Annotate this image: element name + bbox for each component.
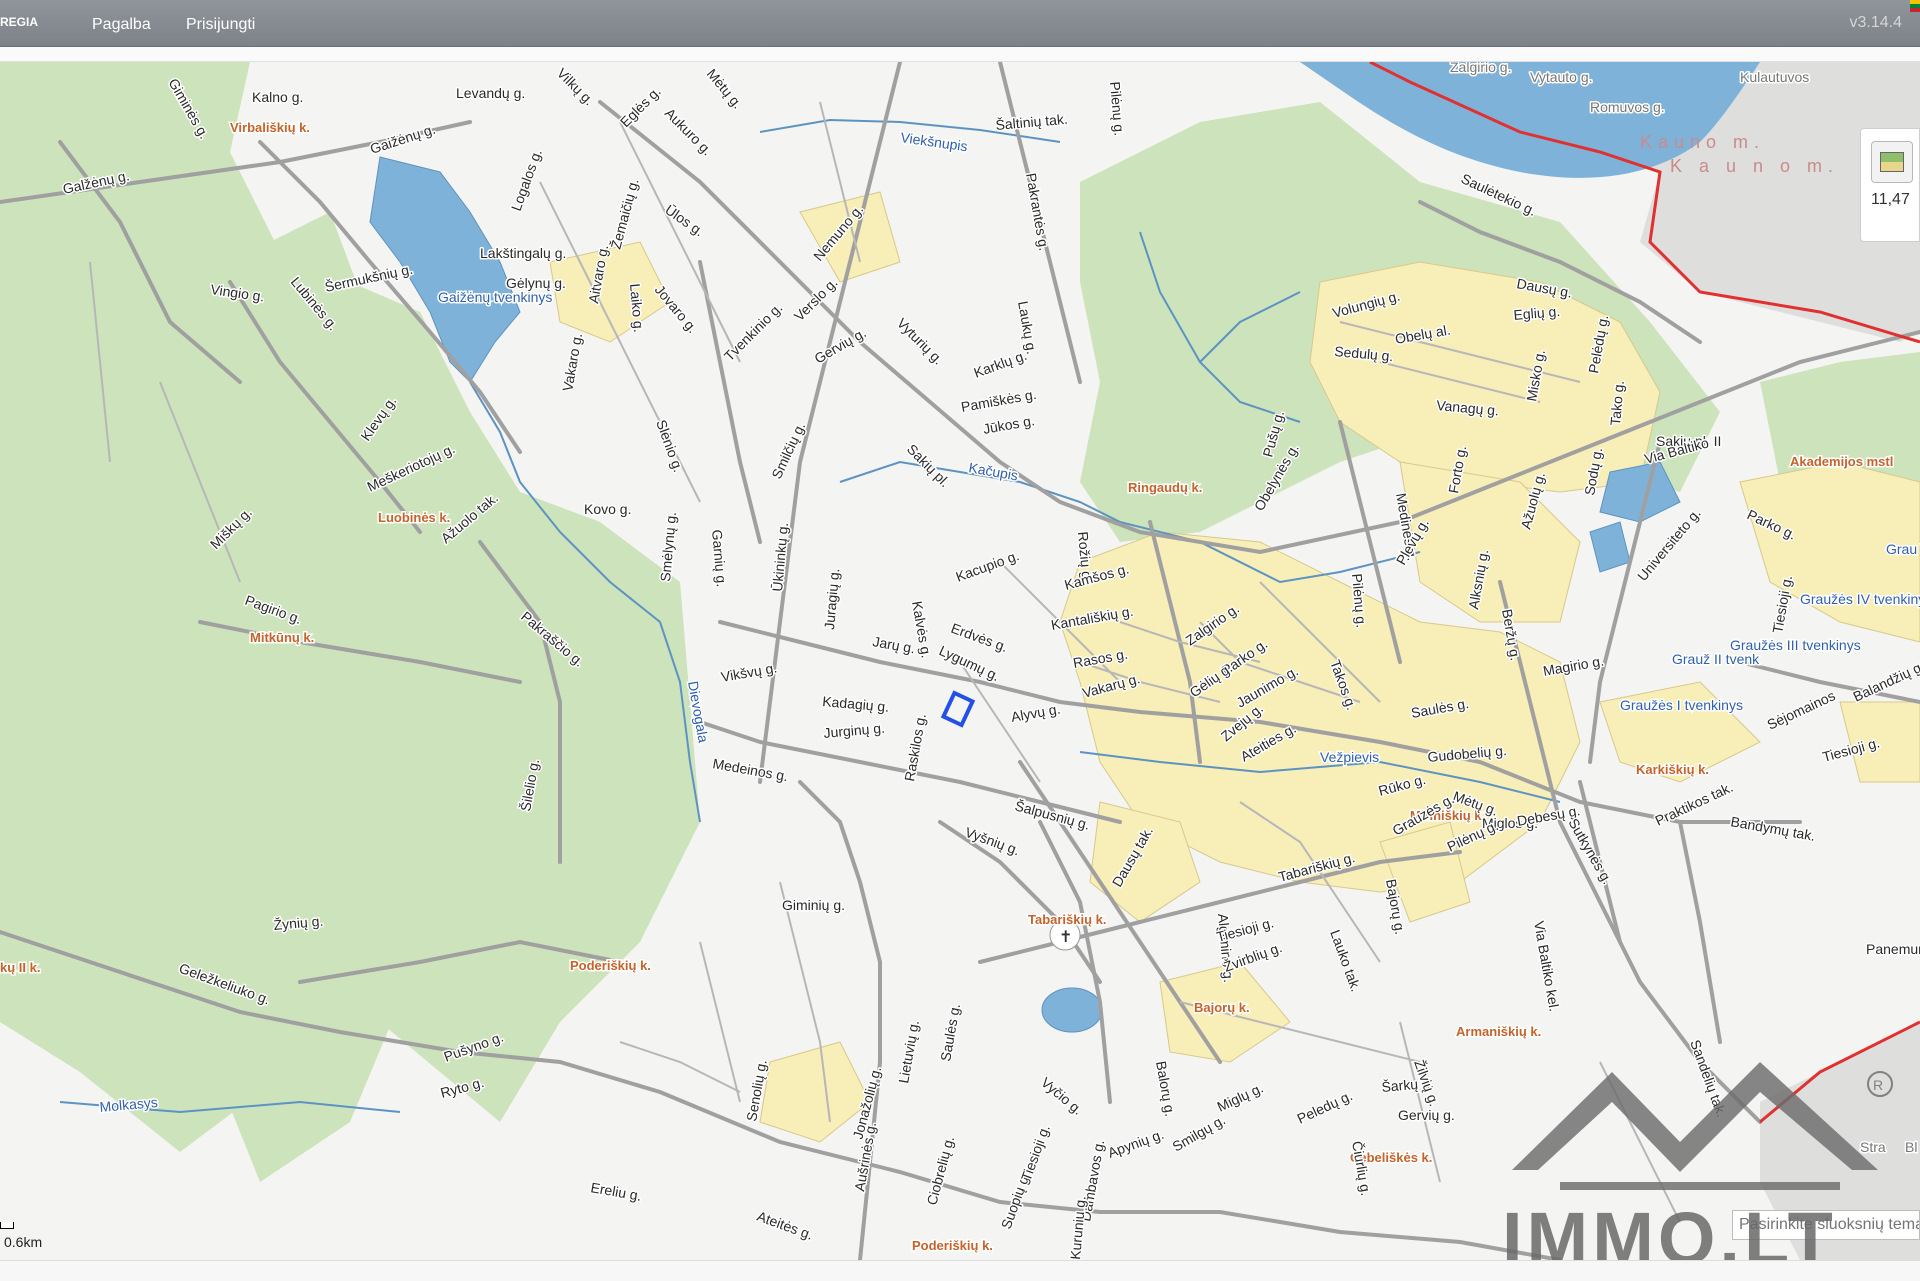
svg-text:R: R — [1873, 1077, 1883, 1093]
street-label: Gėlynų g. — [506, 275, 566, 291]
street-label: Kalno g. — [252, 89, 303, 105]
nav-login-link[interactable]: Prisijungti — [186, 16, 255, 34]
street-label: Panemunės g. — [1866, 941, 1920, 957]
city-label-small: Kauno m. — [1640, 132, 1765, 152]
street-label: Kovo g. — [584, 501, 631, 517]
cross-icon: ✝ — [1059, 929, 1072, 946]
street-label: Levandų g. — [456, 85, 525, 101]
water-label: Graužės III tvenkinys — [1730, 637, 1861, 653]
village-label: Ringaudų k. — [1128, 480, 1202, 495]
app-brand: REGIA — [0, 15, 39, 29]
layer-widget-value: 11,47 — [1871, 191, 1910, 208]
city-street-label: Romuvos g. — [1590, 99, 1665, 115]
street-label: Giminių g. — [782, 897, 845, 913]
city-street-label: Stra — [1860, 1139, 1886, 1155]
street-label: Lakštingalų g. — [480, 245, 566, 261]
village-label: Armaniškių k. — [1456, 1024, 1541, 1039]
map-viewport[interactable]: ✝ K a u n o m. Kauno m. Vytauto g. Romuv… — [0, 62, 1920, 1260]
water-label: Grauž II tvenk — [1672, 651, 1760, 667]
city-street-label: Vytauto g. — [1530, 69, 1593, 85]
layer-switch-button[interactable] — [1871, 141, 1913, 183]
village-label: Virbališkių k. — [230, 120, 310, 135]
bottom-bar — [0, 1260, 1920, 1281]
nav-help-link[interactable]: Pagalba — [92, 16, 151, 34]
toolbar-strip — [0, 47, 1920, 62]
village-label: Bajorų k. — [1194, 1000, 1250, 1015]
city-street-label: Žalgirio g. — [1450, 62, 1511, 75]
map-layer-icon — [1880, 152, 1904, 172]
city-street-label: Kulautuvos — [1740, 69, 1809, 85]
water-label: Gaižėnų tvenkinys — [438, 289, 552, 305]
village-label: Tabariškių k. — [1028, 912, 1107, 927]
village-label: Poderiškių k. — [570, 958, 651, 973]
scale-label: 0.6km — [4, 1234, 43, 1250]
village-label: Akademijos mstl — [1790, 454, 1893, 469]
water-label: Graužės IV tvenkinys — [1800, 591, 1920, 607]
village-label: Luobinės k. — [378, 510, 450, 525]
city-label: K a u n o m. — [1670, 156, 1839, 176]
village-label: Karkiškių k. — [1636, 762, 1709, 777]
street-label: Gervių g. — [1398, 1107, 1455, 1123]
app-version: v3.14.4 — [1849, 14, 1902, 31]
language-flag-icon[interactable] — [1910, 0, 1920, 12]
map-canvas[interactable]: ✝ K a u n o m. Kauno m. Vytauto g. Romuv… — [0, 62, 1920, 1260]
village-label: Mitkūnų k. — [250, 630, 314, 645]
water-label: Grau V tvenk — [1886, 541, 1920, 557]
top-bar: REGIA Pagalba Prisijungti v3.14.4 — [0, 0, 1920, 47]
village-label: Poderiškių k. — [912, 1238, 993, 1253]
village-label: kų II k. — [0, 960, 40, 975]
water-label: Graužės I tvenkinys — [1620, 697, 1743, 713]
layer-info-widget: 11,47 — [1860, 128, 1920, 242]
water-label: Vežpievis — [1320, 749, 1379, 765]
city-street-label: Bl — [1905, 1139, 1917, 1155]
scale-bar-icon — [0, 1222, 14, 1229]
